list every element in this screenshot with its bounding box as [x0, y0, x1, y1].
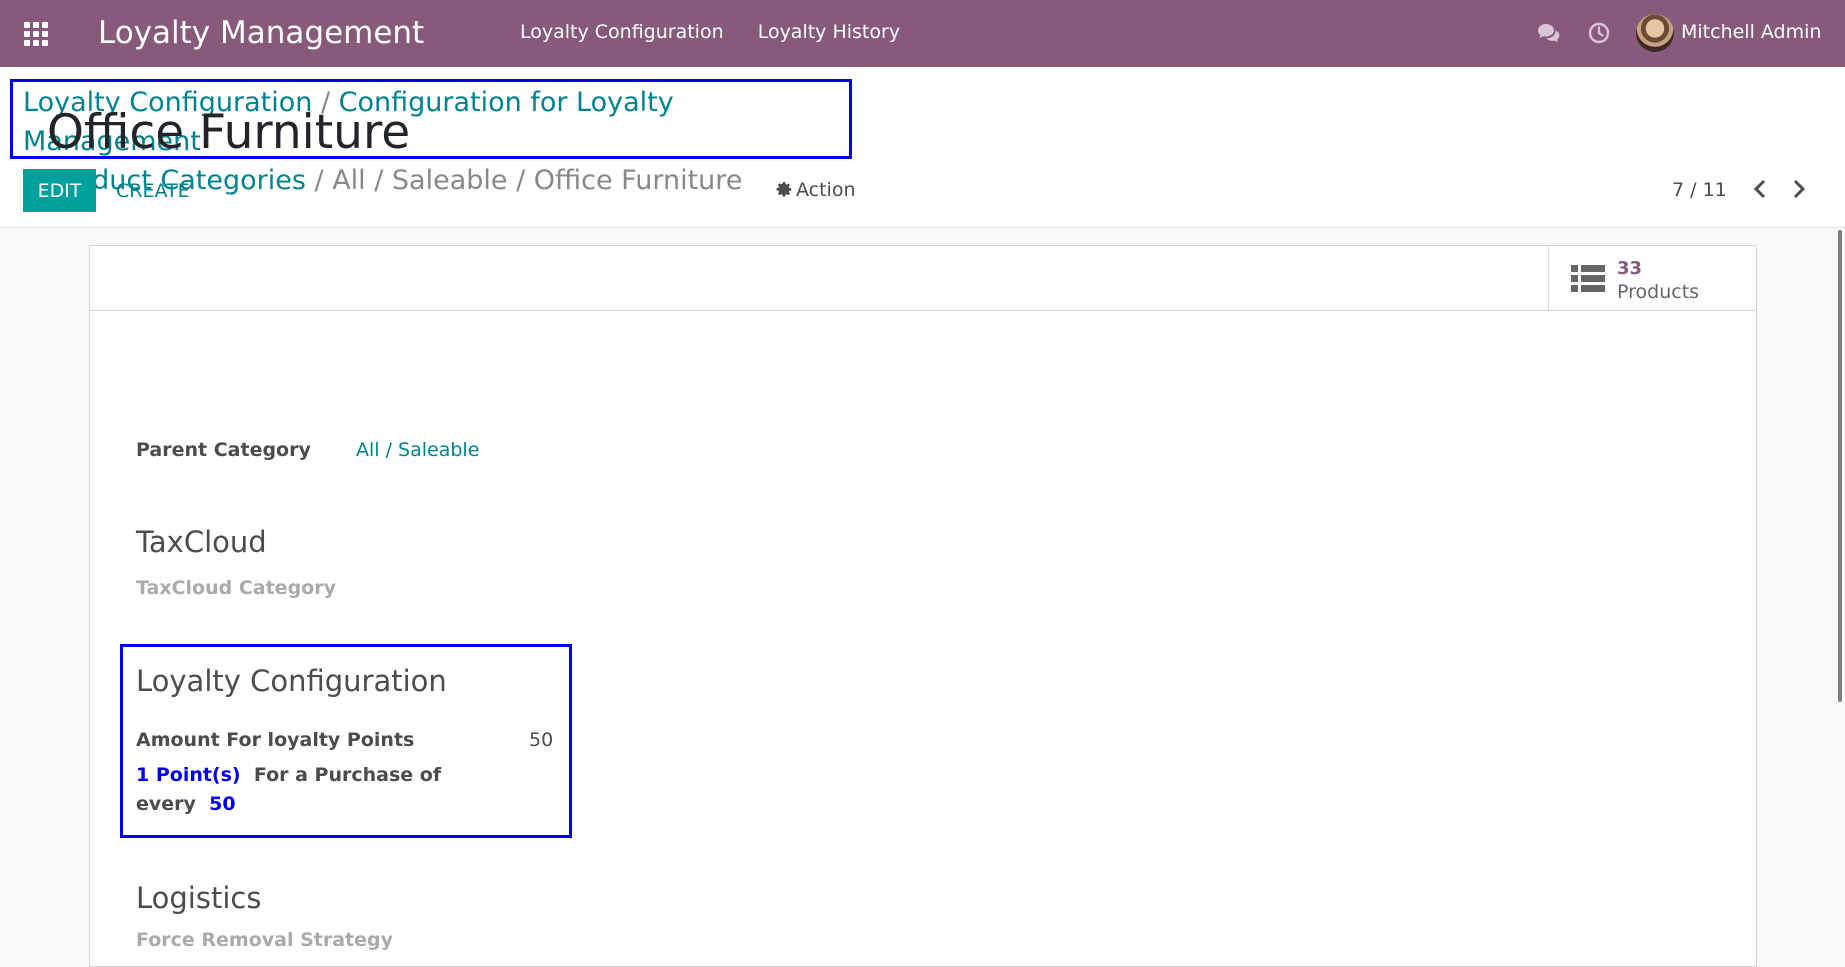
gear-icon — [776, 181, 792, 197]
products-label: Products — [1617, 281, 1700, 303]
record-title: Office Furniture — [47, 105, 411, 160]
main-menu: Loyalty Configuration Loyalty History — [520, 21, 928, 43]
user-name[interactable]: Mitchell Admin — [1681, 21, 1821, 43]
force-removal-strategy-label: Force Removal Strategy — [136, 929, 394, 951]
points-rule: 1 Point(s) For a Purchase of every 50 — [136, 761, 466, 819]
app-title[interactable]: Loyalty Management — [98, 15, 424, 51]
taxcloud-group-title: TaxCloud — [136, 525, 267, 559]
list-icon — [1571, 265, 1605, 292]
amount-loyalty-points-label: Amount For loyalty Points — [136, 729, 415, 751]
create-button[interactable]: CREATE — [103, 169, 203, 212]
amount-loyalty-points-value: 50 — [529, 729, 554, 751]
apps-menu-icon[interactable] — [24, 22, 48, 46]
points-rule-amount: 50 — [209, 793, 236, 815]
form-sheet: 33 Products — [89, 245, 1757, 967]
top-navbar: Loyalty Management Loyalty Configuration… — [0, 0, 1845, 67]
parent-category-value[interactable]: All / Saleable — [356, 439, 479, 461]
chevron-left-icon[interactable] — [1751, 178, 1769, 200]
menu-item-loyalty-history[interactable]: Loyalty History — [758, 21, 900, 43]
user-avatar[interactable] — [1636, 14, 1674, 52]
action-dropdown[interactable]: Action — [776, 179, 856, 201]
pager-value[interactable]: 7 / 11 — [1672, 179, 1727, 201]
menu-item-loyalty-configuration[interactable]: Loyalty Configuration — [520, 21, 724, 43]
action-label: Action — [796, 179, 856, 201]
logistics-group-title: Logistics — [136, 881, 262, 915]
chat-icon[interactable] — [1537, 23, 1561, 43]
points-value: 1 Point(s) — [136, 764, 241, 786]
smart-button-box: 33 Products — [90, 246, 1756, 311]
products-stat-button[interactable]: 33 Products — [1548, 246, 1756, 310]
breadcrumb-separator: / — [314, 165, 333, 196]
edit-button[interactable]: EDIT — [23, 169, 96, 212]
taxcloud-category-label: TaxCloud Category — [136, 577, 336, 599]
parent-category-label: Parent Category — [136, 439, 311, 461]
activity-clock-icon[interactable] — [1588, 22, 1610, 44]
products-count: 33 — [1617, 258, 1643, 279]
breadcrumb-item-current: All / Saleable / Office Furniture — [332, 165, 743, 196]
chevron-right-icon[interactable] — [1790, 178, 1808, 200]
page-scrollbar[interactable] — [1838, 230, 1842, 702]
loyalty-group-title: Loyalty Configuration — [136, 664, 447, 698]
